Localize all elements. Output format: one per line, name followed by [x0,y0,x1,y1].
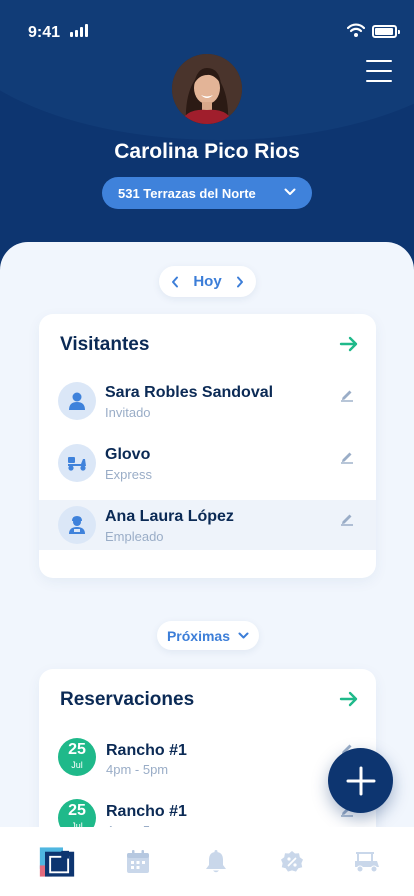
visitor-name: Sara Robles Sandoval [105,384,274,401]
visitor-type: Express [105,467,152,482]
reservation-time: 4pm - 5pm [106,762,169,777]
bottom-tab-bar [0,827,414,896]
arrow-right-icon[interactable] [339,691,359,707]
discount-badge-icon [281,851,303,872]
chevron-down-icon [284,188,296,195]
app-logo-icon [39,847,75,877]
visitor-name: Glovo [105,446,151,463]
date-month: Jul [71,760,83,770]
tab-amenities[interactable] [349,844,385,880]
hamburger-menu-icon[interactable] [366,60,392,82]
golf-cart-icon [355,852,379,873]
edit-pencil-icon[interactable] [340,388,354,402]
reservation-name: Rancho #1 [106,742,187,759]
status-bar: 9:41 [0,0,414,50]
tab-calendar[interactable] [120,844,156,880]
person-icon [58,382,96,420]
tab-home[interactable] [39,844,75,880]
cellular-signal-icon [70,24,88,37]
visitor-type: Empleado [105,529,164,544]
date-day: 25 [68,741,86,758]
list-item[interactable]: Glovo Express [39,438,376,488]
status-time: 9:41 [28,24,61,41]
chevron-down-icon [238,632,249,639]
visitors-title: Visitantes [60,334,150,355]
chevron-right-icon[interactable] [236,276,244,288]
profile-name: Carolina Pico Rios [114,140,300,163]
list-item[interactable]: Sara Robles Sandoval Invitado [39,376,376,426]
avatar[interactable] [172,54,242,124]
list-item[interactable]: Ana Laura López Empleado [39,500,376,550]
upcoming-filter[interactable]: Próximas [157,621,259,650]
add-button[interactable] [328,748,393,813]
day-label: Hoy [193,273,222,290]
chevron-left-icon[interactable] [171,276,179,288]
date-badge: 25 Jul [58,738,96,776]
arrow-right-icon[interactable] [339,336,359,352]
visitors-card: Visitantes Sara Robles Sandoval Invitado… [39,314,376,578]
address-label: 531 Terrazas del Norte [118,185,256,201]
scooter-icon [58,444,96,482]
visitor-name: Ana Laura López [105,508,234,525]
tab-notifications[interactable] [198,844,234,880]
plus-icon [346,766,375,795]
edit-pencil-icon[interactable] [340,450,354,464]
list-item[interactable]: 25 Jul Rancho #1 4pm - 5pm [39,738,376,782]
address-selector[interactable]: 531 Terrazas del Norte [102,177,312,209]
date-day: 25 [68,802,86,819]
reservation-name: Rancho #1 [106,803,187,820]
edit-pencil-icon[interactable] [340,512,354,526]
worker-icon [58,506,96,544]
upcoming-label: Próximas [166,627,231,644]
bell-icon [206,850,226,873]
tab-promotions[interactable] [274,844,310,880]
battery-icon [372,25,400,38]
reservations-title: Reservaciones [60,689,195,710]
visitor-type: Invitado [105,405,151,420]
calendar-icon [127,850,149,873]
day-navigator: Hoy [159,266,256,297]
wifi-icon [347,23,365,37]
